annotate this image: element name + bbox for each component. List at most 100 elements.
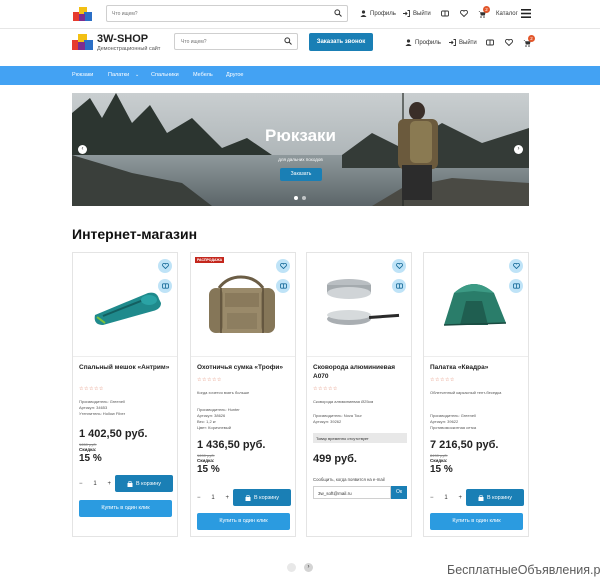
rating-stars[interactable]: ☆☆☆☆☆ bbox=[79, 386, 104, 392]
product-card[interactable]: Сковорода алюминиевая А070 ☆☆☆☆☆ Сковоро… bbox=[306, 252, 412, 537]
catalog-label: Каталог bbox=[496, 10, 518, 17]
logout-label: Выйти bbox=[459, 39, 477, 46]
product-price: 499 руб. bbox=[313, 453, 357, 465]
add-to-cart-button[interactable]: В корзину bbox=[466, 489, 524, 506]
discount-label: Скидка: bbox=[430, 458, 448, 463]
chevron-down-icon[interactable]: ⌄ bbox=[135, 72, 139, 78]
logout-link[interactable]: Выйти bbox=[449, 39, 477, 46]
plus-button[interactable]: + bbox=[107, 481, 111, 487]
main-search-input[interactable]: Что ищем? bbox=[174, 33, 298, 50]
add-to-cart-button[interactable]: В корзину bbox=[233, 489, 291, 506]
hero-banner[interactable]: Рюкзаки для дальних походов Заказать ‹ › bbox=[72, 93, 529, 206]
plus-button[interactable]: + bbox=[458, 495, 462, 501]
search-icon[interactable] bbox=[334, 9, 342, 17]
heart-icon bbox=[512, 263, 520, 269]
cart-icon[interactable]: 2 bbox=[478, 6, 490, 18]
logo-icon[interactable] bbox=[72, 33, 94, 51]
rating-stars[interactable]: ☆☆☆☆☆ bbox=[430, 377, 455, 383]
buy-one-click-button[interactable]: Купить в один клик bbox=[79, 500, 172, 517]
product-card[interactable]: РАСПРОДАЖА Охотничья сумка «Трофи» ☆☆☆☆☆… bbox=[190, 252, 296, 537]
banner-order-button[interactable]: Заказать bbox=[280, 168, 322, 181]
nav-item-tents[interactable]: Палатки bbox=[108, 72, 129, 78]
call-request-button[interactable]: Заказать звонок bbox=[309, 33, 373, 51]
carousel-prev-button[interactable] bbox=[287, 563, 296, 572]
minus-button[interactable]: − bbox=[197, 495, 201, 501]
quantity-stepper[interactable]: − 1 + bbox=[197, 491, 229, 505]
notify-email-input[interactable]: 3w_soft@mail.ru bbox=[313, 486, 391, 499]
product-name[interactable]: Охотничья сумка «Трофи» bbox=[197, 364, 289, 373]
compare-button[interactable] bbox=[158, 279, 172, 293]
product-name[interactable]: Палатка «Квадра» bbox=[430, 364, 522, 373]
minus-button[interactable]: − bbox=[79, 481, 83, 487]
plus-button[interactable]: + bbox=[225, 495, 229, 501]
profile-label: Профиль bbox=[415, 39, 441, 46]
product-detail: Артикул: 39622 bbox=[430, 419, 459, 424]
favorite-button[interactable] bbox=[158, 259, 172, 273]
favorite-button[interactable] bbox=[276, 259, 290, 273]
rating-stars[interactable]: ☆☆☆☆☆ bbox=[197, 377, 222, 383]
compare-button[interactable] bbox=[392, 279, 406, 293]
chevron-right-icon[interactable]: › bbox=[514, 145, 523, 154]
search-icon[interactable] bbox=[284, 37, 292, 45]
nav-item-furniture[interactable]: Мебель bbox=[193, 72, 213, 78]
discount-label: Скидка: bbox=[197, 458, 215, 463]
quantity-stepper[interactable]: − 1 + bbox=[430, 491, 462, 505]
heart-icon[interactable] bbox=[505, 39, 513, 46]
product-detail: Противомоскитная сетка bbox=[430, 425, 477, 430]
chevron-left-icon[interactable]: ‹ bbox=[78, 145, 87, 154]
nav-item-other[interactable]: Другое bbox=[226, 72, 243, 78]
add-to-cart-label: В корзину bbox=[486, 494, 513, 501]
product-detail: Сковорода алюминиевая Ø25см bbox=[313, 399, 374, 404]
compare-button[interactable] bbox=[276, 279, 290, 293]
quantity-stepper[interactable]: − 1 + bbox=[79, 477, 111, 491]
product-detail: Цвет: Коричневый bbox=[197, 425, 231, 430]
notify-ok-button[interactable]: Ок bbox=[391, 486, 407, 499]
product-detail: Артикул: 38626 bbox=[197, 413, 226, 418]
cart-icon[interactable]: 2 bbox=[523, 35, 535, 47]
banner-image bbox=[72, 93, 529, 206]
top-search-input[interactable]: Что ищем? bbox=[106, 5, 348, 22]
product-name[interactable]: Спальный мешок «Антрим» bbox=[79, 364, 171, 373]
catalog-button[interactable]: Каталог bbox=[496, 9, 531, 18]
quantity-value[interactable]: 1 bbox=[444, 495, 447, 501]
profile-link[interactable]: Профиль bbox=[405, 39, 441, 46]
compare-icon[interactable] bbox=[441, 10, 449, 17]
logo-title[interactable]: 3W-SHOP bbox=[97, 33, 148, 45]
quantity-value[interactable]: 1 bbox=[93, 481, 96, 487]
user-icon bbox=[405, 39, 412, 46]
product-name[interactable]: Сковорода алюминиевая А070 bbox=[313, 364, 405, 381]
favorite-button[interactable] bbox=[392, 259, 406, 273]
compare-icon[interactable] bbox=[486, 39, 494, 46]
top-logout-link[interactable]: Выйти bbox=[403, 10, 431, 17]
buy-one-click-button[interactable]: Купить в один клик bbox=[197, 513, 290, 530]
product-card[interactable]: Палатка «Квадра» ☆☆☆☆☆ Облегченный карка… bbox=[423, 252, 529, 537]
watermark: БесплатныеОбъявления.рф bbox=[447, 563, 600, 577]
buy-one-click-button[interactable]: Купить в один клик bbox=[430, 513, 523, 530]
carousel-next-button[interactable]: › bbox=[304, 563, 313, 572]
rating-stars[interactable]: ☆☆☆☆☆ bbox=[313, 386, 338, 392]
heart-icon[interactable] bbox=[460, 10, 468, 17]
heart-icon bbox=[395, 263, 403, 269]
add-to-cart-button[interactable]: В корзину bbox=[115, 475, 173, 492]
compare-icon bbox=[512, 283, 520, 289]
nav-item-backpacks[interactable]: Рюкзаки bbox=[72, 72, 93, 78]
product-detail: Облегченный каркасный тент-беседка bbox=[430, 390, 502, 395]
quantity-value[interactable]: 1 bbox=[211, 495, 214, 501]
sale-badge: РАСПРОДАЖА bbox=[195, 257, 225, 263]
menu-icon bbox=[520, 9, 531, 18]
logo-mini-icon[interactable] bbox=[73, 6, 93, 22]
slider-dot[interactable] bbox=[294, 196, 298, 200]
product-detail: Утеплитель: Hollow Fiber bbox=[79, 411, 126, 416]
minus-button[interactable]: − bbox=[430, 495, 434, 501]
slider-dot[interactable] bbox=[302, 196, 306, 200]
bag-icon bbox=[478, 494, 484, 501]
nav-item-sleeping-bags[interactable]: Спальники bbox=[151, 72, 179, 78]
favorite-button[interactable] bbox=[509, 259, 523, 273]
product-detail: Производитель: Hunter bbox=[197, 407, 240, 412]
top-cart-badge: 2 bbox=[483, 6, 490, 13]
top-search-placeholder: Что ищем? bbox=[112, 11, 138, 17]
banner-title: Рюкзаки bbox=[264, 126, 336, 145]
compare-button[interactable] bbox=[509, 279, 523, 293]
top-profile-link[interactable]: Профиль bbox=[360, 10, 396, 17]
product-card[interactable]: Спальный мешок «Антрим» ☆☆☆☆☆ Производит… bbox=[72, 252, 178, 537]
